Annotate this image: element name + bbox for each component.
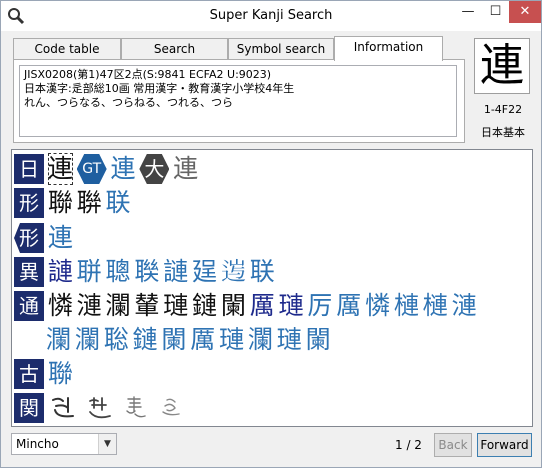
result-row-related: 関 [14,392,187,424]
result-row-common: 通 憐 漣 瀾 輦 璉 鏈 闌 厲 璉 厉 厲 憐 槤 槤 漣 [14,290,477,322]
app-window: Super Kanji Search — ☐ ✕ Code table Sear… [0,0,542,468]
kanji-cell[interactable]: 厲 [336,290,361,322]
dai-kanwa-badge-icon: 大 [139,154,170,184]
kanji-cell[interactable]: 厲 [250,290,275,322]
kanji-cell[interactable]: 联 [250,256,275,288]
kanji-cell[interactable]: 輦 [134,290,159,322]
kanji-cell[interactable]: 瀾 [75,324,100,356]
result-row-common-continued: 瀾 瀾 聡 鏈 闌 厲 璉 瀾 璉 闌 [46,324,331,356]
category-badge-shape-alt: 形 [14,223,44,253]
kanji-cell[interactable]: 聠 [77,256,102,288]
result-row-shape: 形 聯 聨 联 [14,187,131,219]
kanji-cell[interactable]: 聯 [48,358,73,390]
cursive-ren-1-icon[interactable] [48,392,80,424]
information-panel: JISX0208(第1)47区2点(S:9841 ECFA2 U:9023) 日… [13,59,465,143]
tab-search[interactable]: Search [121,38,228,60]
result-row-ancient: 古 聯 [14,358,73,390]
kanji-cell[interactable]: 憐 [365,290,390,322]
gt-font-badge-icon: GT [76,154,107,184]
kanji-cell[interactable]: 連 [48,222,73,254]
kanji-cell[interactable]: 聡 [104,324,129,356]
kanji-cell[interactable]: 闌 [306,324,331,356]
kanji-cell[interactable]: 漣 [77,290,102,322]
category-badge-ancient: 古 [14,359,44,389]
kanji-cell[interactable]: 連 [111,153,136,185]
tab-information[interactable]: Information [334,36,443,61]
kanji-cell[interactable]: 闌 [161,324,186,356]
kanji-cell[interactable]: 瀾 [248,324,273,356]
tab-symbol-search[interactable]: Symbol search [228,38,334,60]
minimize-button[interactable]: — [454,1,482,23]
variant-results-pane: 日 連 GT 連 大 連 形 聯 聨 联 形 連 異 謰 聠 聰 聫 謰 𢌥 𨓂… [11,149,533,427]
category-badge-japanese: 日 [14,154,44,184]
category-badge-related: 関 [14,393,44,423]
category-badge-common: 通 [14,291,44,321]
kanji-cell[interactable]: 厉 [307,290,332,322]
kanji-cell[interactable]: 鏈 [133,324,158,356]
close-button[interactable]: ✕ [509,1,541,23]
tab-strip: Code table Search Symbol search Informat… [13,36,465,61]
kanji-type-label: 日本基本 [481,126,525,139]
kanji-cell[interactable]: 謰 [163,256,188,288]
kanji-cell[interactable]: 槤 [394,290,419,322]
kanji-cell[interactable]: 璉 [219,324,244,356]
kanji-cell[interactable]: 𢌥 [192,256,217,288]
title-bar[interactable]: Super Kanji Search — ☐ ✕ [1,1,541,31]
kanji-cell[interactable]: 謰 [48,256,73,288]
kanji-cell[interactable]: 漣 [452,290,477,322]
forward-button[interactable]: Forward [477,433,532,457]
kanji-cell[interactable]: 連 [173,153,198,185]
kanji-cell[interactable]: 聫 [134,256,159,288]
kanji-cell[interactable]: 聯 [48,187,73,219]
chevron-down-icon[interactable]: ▼ [98,434,116,454]
kanji-cell[interactable]: 聰 [106,256,131,288]
result-row-japanese: 日 連 GT 連 大 連 [14,153,198,185]
kanji-cell[interactable]: 闌 [221,290,246,322]
cursive-ren-2-icon[interactable] [84,392,116,424]
page-indicator: 1 / 2 [395,438,422,452]
font-select-value: Mincho [16,437,59,451]
result-row-variant: 異 謰 聠 聰 聫 謰 𢌥 𨓂 联 [14,256,275,288]
category-badge-shape: 形 [14,188,44,218]
kanji-cell[interactable]: 憐 [48,290,73,322]
cursive-ren-3-icon[interactable] [119,392,151,424]
category-badge-variant: 異 [14,257,44,287]
cursive-ren-4-icon[interactable] [155,392,187,424]
kanji-cell[interactable]: 聨 [77,187,102,219]
kanji-cell[interactable]: 瀾 [46,324,71,356]
kanji-cell[interactable]: 联 [106,187,131,219]
kanji-cell[interactable]: 瀾 [106,290,131,322]
kanji-cell-selected[interactable]: 連 [47,153,73,185]
kanji-cell[interactable]: 鏈 [192,290,217,322]
kanji-cell[interactable]: 璉 [163,290,188,322]
kanji-cell[interactable]: 璉 [279,290,304,322]
result-row-shape-alt: 形 連 [14,222,73,254]
tab-code-table[interactable]: Code table [13,38,121,60]
kanji-cell[interactable]: 璉 [277,324,302,356]
kanji-cell[interactable]: 厲 [190,324,215,356]
font-select[interactable]: Mincho ▼ [11,433,117,455]
info-line-radical: 日本漢字:辵部総10画 常用漢字・教育漢字小学校4年生 [24,82,295,95]
kanji-cell[interactable]: 槤 [423,290,448,322]
back-button[interactable]: Back [434,433,472,457]
info-line-readings: れん、つらなる、つらねる、つれる、つら [24,96,233,109]
kanji-info-text[interactable]: JISX0208(第1)47区2点(S:9841 ECFA2 U:9023) 日… [19,65,457,137]
selected-kanji-preview: 連 [474,38,530,94]
info-line-code: JISX0208(第1)47区2点(S:9841 ECFA2 U:9023) [24,68,272,81]
maximize-button[interactable]: ☐ [482,1,509,23]
kanji-code-label: 1-4F22 [483,103,523,116]
kanji-cell[interactable]: 𨓂 [221,256,246,288]
